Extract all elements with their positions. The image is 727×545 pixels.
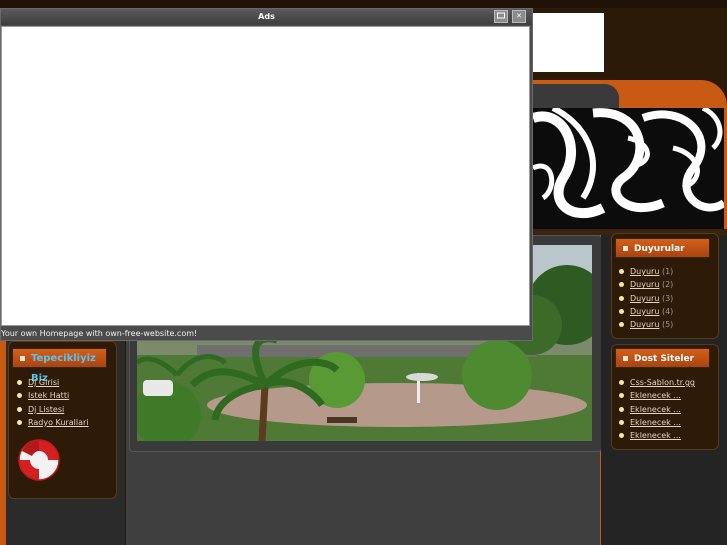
announcements-list: Duyuru (1) Duyuru (2) Duyuru (3) Duyuru … <box>618 265 714 331</box>
friend-site-link-5[interactable]: Eklenecek ... <box>630 431 681 440</box>
list-item: Css-Sablon.tr.gg <box>618 376 714 389</box>
ads-popup-titlebar[interactable]: Ads <box>1 9 532 25</box>
radio-ball-logo[interactable] <box>18 439 60 481</box>
list-item: Eklenecek ... <box>618 416 714 429</box>
list-item: Duyuru (5) <box>618 318 714 331</box>
list-item: Eklenecek ... <box>618 403 714 416</box>
friend-site-link-4[interactable]: Eklenecek ... <box>630 418 681 427</box>
friend-site-link-1[interactable]: Css-Sablon.tr.gg <box>630 378 695 387</box>
bullet-icon <box>619 419 624 425</box>
friend-sites-header: Dost Siteler <box>615 348 710 368</box>
top-band <box>0 0 727 8</box>
announcement-link-2[interactable]: Duyuru <box>630 280 659 289</box>
announcement-link-5[interactable]: Duyuru <box>630 320 659 329</box>
ads-popup-footer[interactable]: Your own Homepage with own-free-website.… <box>1 327 532 341</box>
announcement-count: (1) <box>661 267 674 276</box>
announcement-count: (4) <box>661 306 674 316</box>
bullet-icon <box>619 295 624 301</box>
bullet-icon <box>619 393 624 399</box>
friend-site-link-3[interactable]: Eklenecek ... <box>630 405 681 414</box>
bullet-icon <box>17 393 22 399</box>
bullet-icon <box>619 406 624 412</box>
bullet-square-icon <box>623 356 628 361</box>
list-item: Dj Listesi <box>16 403 112 416</box>
announcements-title: Duyurular <box>634 244 685 254</box>
list-item: Duyuru (2) <box>618 278 714 291</box>
menu-link-radyo-kurallari[interactable]: Radyo Kurallari <box>28 418 89 427</box>
bullet-icon <box>619 282 624 288</box>
bullet-icon <box>619 433 624 439</box>
list-item: Duyuru (4) <box>618 305 714 318</box>
list-item: Istek Hatti <box>16 389 112 402</box>
list-item: Dj Girisi <box>16 376 112 389</box>
announcements-header: Duyurular <box>615 238 710 258</box>
bullet-icon <box>17 419 22 425</box>
bullet-icon <box>17 380 22 385</box>
menu-link-istek-hatti[interactable]: Istek Hatti <box>28 391 69 400</box>
list-item: Duyuru (1) <box>618 265 714 278</box>
menu-list: Dj Girisi Istek Hatti Dj Listesi Radyo K… <box>16 376 112 429</box>
header-banner-image <box>533 108 724 229</box>
close-icon[interactable]: ✕ <box>512 10 526 23</box>
menu-link-dj-girisi[interactable]: Dj Girisi <box>28 378 59 387</box>
announcement-link-3[interactable]: Duyuru <box>630 294 659 303</box>
announcement-count: (5) <box>661 320 674 330</box>
friend-site-link-2[interactable]: Eklenecek ... <box>630 391 681 400</box>
announcement-link-1[interactable]: Duyuru <box>630 267 659 276</box>
bullet-icon <box>619 380 624 385</box>
announcement-link-4[interactable]: Duyuru <box>630 307 659 316</box>
list-item: Duyuru (3) <box>618 292 714 305</box>
announcement-count: (2) <box>661 280 674 290</box>
bullet-icon <box>17 406 22 412</box>
list-item: Radyo Kurallari <box>16 416 112 429</box>
ads-popup-window: Ads ✕ Your own Homepage with own-free-we… <box>0 8 533 341</box>
bullet-icon <box>619 308 624 314</box>
friend-sites-title: Dost Siteler <box>634 354 695 364</box>
list-item: Eklenecek ... <box>618 429 714 442</box>
header-tab <box>533 84 619 108</box>
bullet-square-icon <box>623 246 628 251</box>
bullet-icon <box>619 269 624 274</box>
bullet-icon <box>619 322 624 328</box>
list-item: Eklenecek ... <box>618 389 714 402</box>
header-ad-box <box>533 13 604 72</box>
announcement-count: (3) <box>661 293 674 303</box>
menu-link-dj-listesi[interactable]: Dj Listesi <box>28 405 64 414</box>
bullet-square-icon <box>20 356 25 361</box>
window-icon[interactable] <box>494 10 508 23</box>
menu-box-header: Tepecikliyiz Biz <box>12 348 107 384</box>
ads-popup-title: Ads <box>258 12 275 21</box>
ads-content-area[interactable] <box>1 26 530 326</box>
friend-sites-list: Css-Sablon.tr.gg Eklenecek ... Eklenecek… <box>618 376 714 442</box>
